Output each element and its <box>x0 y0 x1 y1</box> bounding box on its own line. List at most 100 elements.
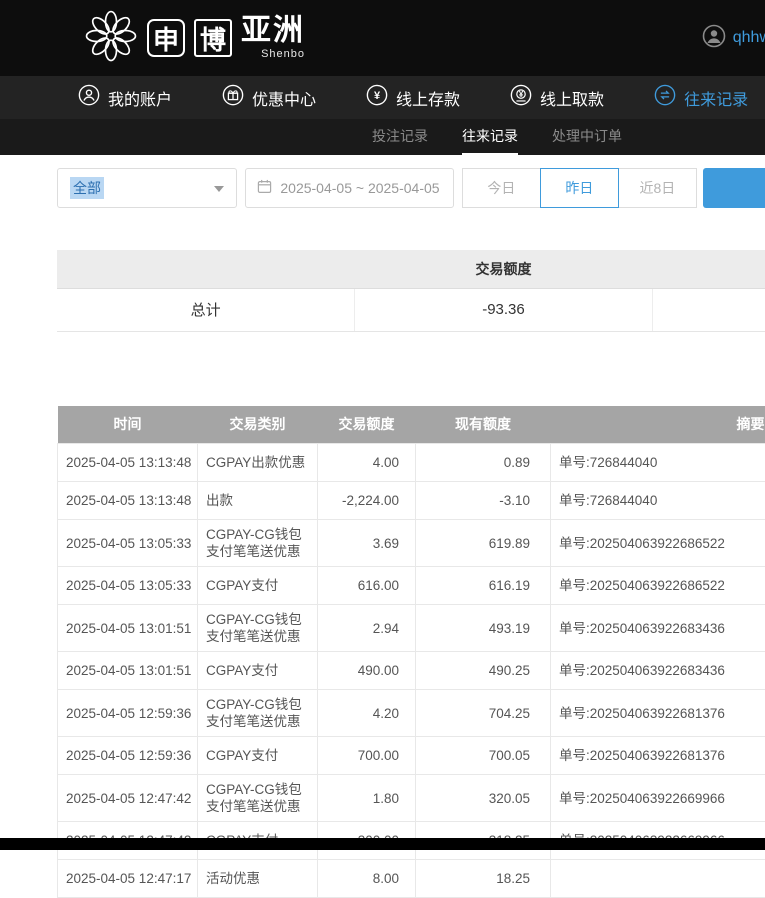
nav-item-label: 优惠中心 <box>252 86 316 110</box>
cell-balance: 619.89 <box>416 520 551 567</box>
logo-region: 亚洲 Shenbo <box>241 16 305 60</box>
cell-summary <box>551 860 765 898</box>
main-navigation: 我的账户 优惠中心 ¥ 线上存款 ¥ <box>0 76 765 119</box>
lotus-flower-icon <box>84 9 138 68</box>
col-header-amount: 交易额度 <box>318 406 416 444</box>
cell-summary: 单号:202504063922683436 <box>551 652 765 690</box>
transactions-header-row: 时间 交易类别 交易额度 现有额度 摘要 <box>58 406 765 444</box>
username-text: qhhw <box>733 29 765 47</box>
cell-time: 2025-04-05 13:13:48 <box>58 482 198 520</box>
cell-time: 2025-04-05 13:01:51 <box>58 652 198 690</box>
cell-summary: 单号:202504063922683436 <box>551 605 765 652</box>
summary-total-value: -93.36 <box>355 288 653 331</box>
cell-category: CGPAY-CG钱包支付笔笔送优惠 <box>198 775 318 822</box>
cell-category: CGPAY出款优惠 <box>198 444 318 482</box>
cell-summary: 单号:726844040 <box>551 444 765 482</box>
table-row: 2025-04-05 13:01:51 CGPAY支付 490.00 490.2… <box>58 652 765 690</box>
cell-category: 出款 <box>198 482 318 520</box>
cell-amount: 1.80 <box>318 775 416 822</box>
cell-time: 2025-04-05 13:05:33 <box>58 567 198 605</box>
table-row: 2025-04-05 12:59:36 CGPAY支付 700.00 700.0… <box>58 737 765 775</box>
cell-balance: 493.19 <box>416 605 551 652</box>
withdraw-coin-icon: ¥ <box>510 84 532 111</box>
col-header-summary: 摘要 <box>551 406 765 444</box>
cell-amount: 8.00 <box>318 860 416 898</box>
brand-logo[interactable]: 申 博 亚洲 Shenbo <box>84 9 305 68</box>
cell-amount: 490.00 <box>318 652 416 690</box>
tab-processing-orders[interactable]: 处理中订单 <box>552 119 622 155</box>
table-row: 2025-04-05 13:05:33 CGPAY-CG钱包支付笔笔送优惠 3.… <box>58 520 765 567</box>
date-range-input[interactable]: 2025-04-05 ~ 2025-04-05 <box>245 168 454 208</box>
cell-amount: 4.20 <box>318 690 416 737</box>
cell-amount: 4.00 <box>318 444 416 482</box>
cell-category: CGPAY-CG钱包支付笔笔送优惠 <box>198 690 318 737</box>
calendar-icon <box>257 179 272 197</box>
nav-item-transaction-records[interactable]: 往来记录 <box>654 84 748 111</box>
cell-time: 2025-04-05 13:05:33 <box>58 520 198 567</box>
sub-navigation: 投注记录 往来记录 处理中订单 <box>0 119 765 155</box>
col-header-time: 时间 <box>58 406 198 444</box>
svg-text:¥: ¥ <box>519 90 524 99</box>
table-row: 2025-04-05 12:59:36 CGPAY-CG钱包支付笔笔送优惠 4.… <box>58 690 765 737</box>
cell-summary: 单号:202504063922669966 <box>551 775 765 822</box>
table-row: 2025-04-05 13:05:33 CGPAY支付 616.00 616.1… <box>58 567 765 605</box>
gift-icon <box>222 84 244 111</box>
tab-betting-records[interactable]: 投注记录 <box>372 119 428 155</box>
cell-balance: 700.05 <box>416 737 551 775</box>
logo-char-bo: 博 <box>194 19 232 57</box>
col-header-category: 交易类别 <box>198 406 318 444</box>
svg-text:¥: ¥ <box>374 90 381 102</box>
cell-amount: 2.94 <box>318 605 416 652</box>
logo-char-shen: 申 <box>147 19 185 57</box>
cell-category: CGPAY支付 <box>198 737 318 775</box>
cell-balance: 704.25 <box>416 690 551 737</box>
transactions-table: 时间 交易类别 交易额度 现有额度 摘要 2025-04-05 13:13:48… <box>57 406 765 898</box>
account-icon <box>78 84 100 111</box>
nav-item-label: 线上取款 <box>540 86 604 110</box>
cell-time: 2025-04-05 13:13:48 <box>58 444 198 482</box>
cell-category: 活动优惠 <box>198 860 318 898</box>
summary-total-label: 总计 <box>57 288 355 331</box>
nav-item-withdraw[interactable]: ¥ 线上取款 <box>510 84 604 111</box>
deposit-coin-icon: ¥ <box>366 84 388 111</box>
cell-time: 2025-04-05 12:59:36 <box>58 737 198 775</box>
user-account-link[interactable]: qhhw <box>702 24 765 53</box>
table-row: 2025-04-05 13:01:51 CGPAY-CG钱包支付笔笔送优惠 2.… <box>58 605 765 652</box>
cell-summary: 单号:726844040 <box>551 482 765 520</box>
cell-time: 2025-04-05 13:01:51 <box>58 605 198 652</box>
cell-category: CGPAY支付 <box>198 567 318 605</box>
category-select[interactable]: 全部 <box>57 168 237 208</box>
transactions-tbody: 2025-04-05 13:13:48 CGPAY出款优惠 4.00 0.89 … <box>58 444 765 898</box>
nav-item-promotions[interactable]: 优惠中心 <box>222 84 316 111</box>
summary-row: 总计 -93.36 <box>57 288 765 331</box>
cell-amount: 616.00 <box>318 567 416 605</box>
cell-category: CGPAY-CG钱包支付笔笔送优惠 <box>198 605 318 652</box>
quick-range-group: 今日 昨日 近8日 <box>462 168 697 208</box>
cell-time: 2025-04-05 12:59:36 <box>58 690 198 737</box>
logo-region-cn: 亚洲 <box>241 16 305 46</box>
nav-item-deposit[interactable]: ¥ 线上存款 <box>366 84 460 111</box>
table-row: 2025-04-05 13:13:48 出款 -2,224.00 -3.10 单… <box>58 482 765 520</box>
cell-balance: 0.89 <box>416 444 551 482</box>
cell-summary: 单号:202504063922686522 <box>551 567 765 605</box>
today-button[interactable]: 今日 <box>462 168 541 208</box>
table-row: 2025-04-05 12:47:17 活动优惠 8.00 18.25 <box>58 860 765 898</box>
cell-amount: 3.69 <box>318 520 416 567</box>
cell-category: CGPAY支付 <box>198 652 318 690</box>
cell-category: CGPAY-CG钱包支付笔笔送优惠 <box>198 520 318 567</box>
cell-summary: 单号:202504063922681376 <box>551 690 765 737</box>
category-select-value: 全部 <box>70 177 104 199</box>
summary-empty-cell <box>652 288 765 331</box>
table-row: 2025-04-05 13:13:48 CGPAY出款优惠 4.00 0.89 … <box>58 444 765 482</box>
cell-time: 2025-04-05 12:47:17 <box>58 860 198 898</box>
tab-transaction-records[interactable]: 往来记录 <box>462 119 518 155</box>
search-button[interactable] <box>703 168 765 208</box>
nav-item-my-account[interactable]: 我的账户 <box>78 84 172 111</box>
yesterday-button[interactable]: 昨日 <box>540 168 619 208</box>
last-8-days-button[interactable]: 近8日 <box>618 168 697 208</box>
top-header: 申 博 亚洲 Shenbo qhhw <box>0 0 765 76</box>
avatar-icon <box>702 24 726 53</box>
summary-header: 交易额度 <box>57 250 765 288</box>
cell-balance: 616.19 <box>416 567 551 605</box>
chevron-down-icon <box>214 186 224 192</box>
